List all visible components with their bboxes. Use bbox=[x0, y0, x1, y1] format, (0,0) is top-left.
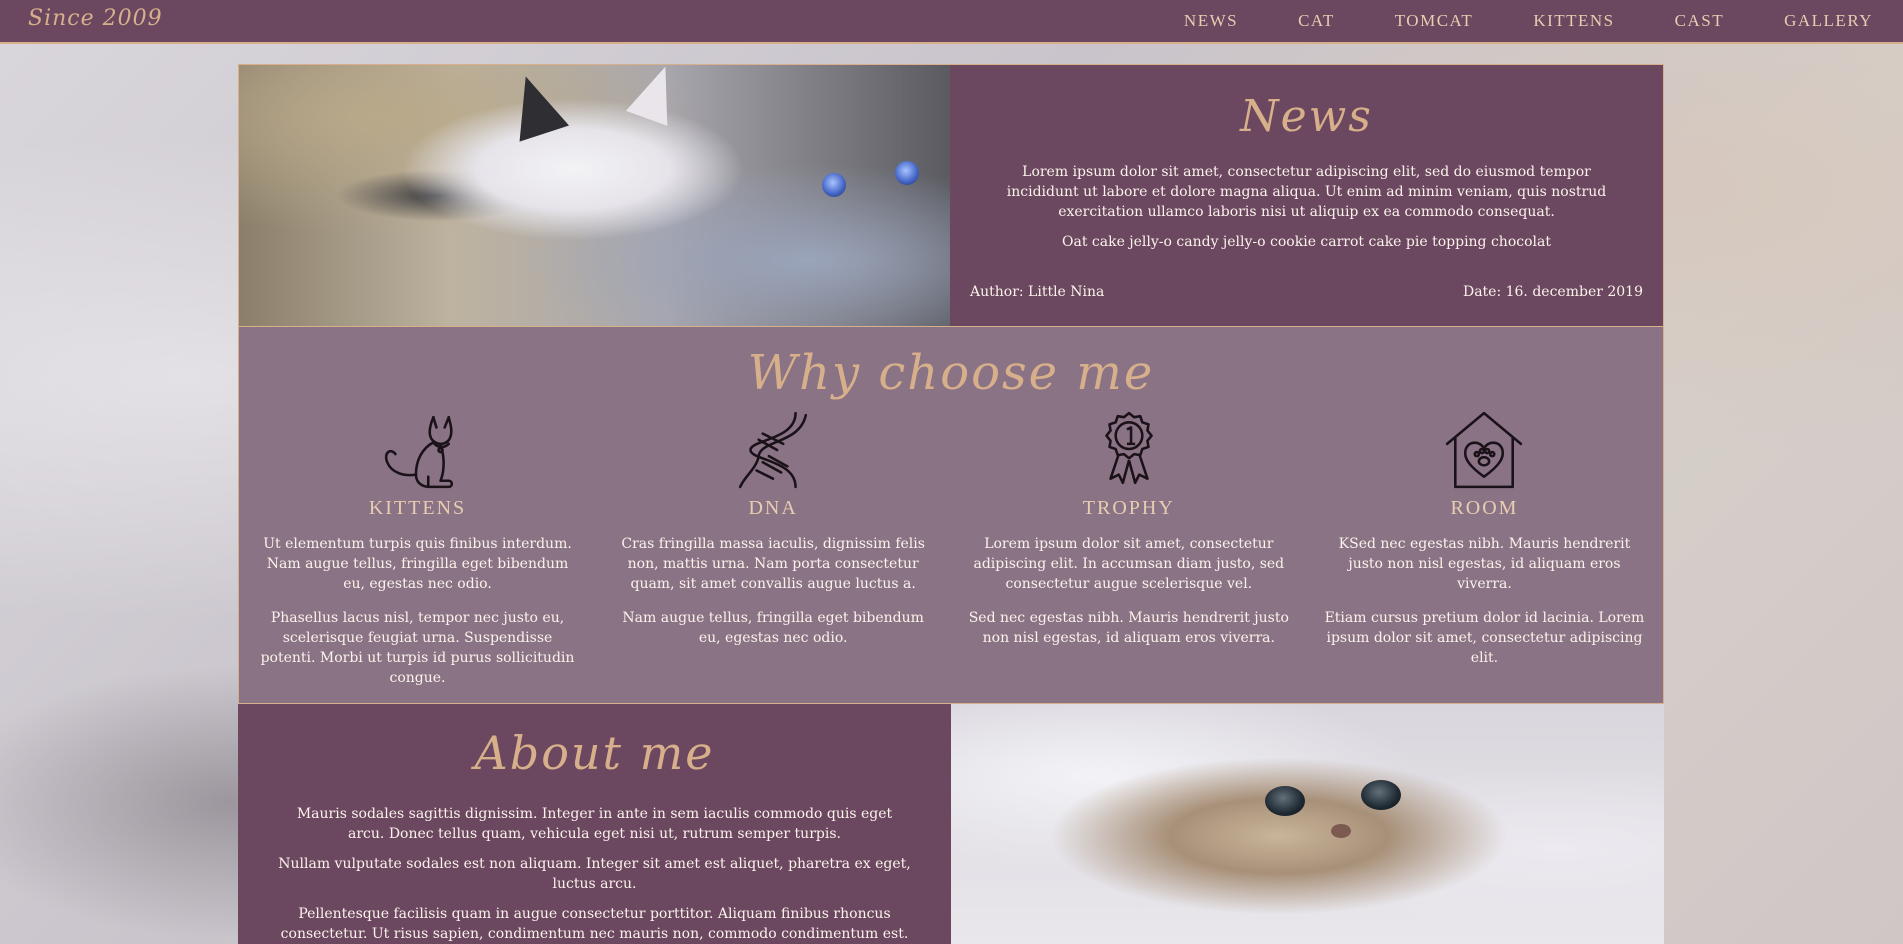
about-paragraph: Pellentesque facilisis quam in augue con… bbox=[280, 906, 909, 942]
photo-detail bbox=[1361, 780, 1401, 810]
nav-menu: NEWS CAT TOMCAT KITTENS CAST GALLERY bbox=[1124, 0, 1873, 42]
about-panel: About me Mauris sodales sagittis digniss… bbox=[238, 704, 951, 944]
feature-text: Nam augue tellus, fringilla eget bibendu… bbox=[622, 610, 924, 646]
dna-icon bbox=[739, 411, 808, 489]
feature-trophy: TROPHY Lorem ipsum dolor sit amet, conse… bbox=[966, 409, 1291, 702]
photo-detail bbox=[1331, 824, 1351, 838]
trophy-medal-icon bbox=[1104, 411, 1153, 485]
photo-detail bbox=[895, 161, 919, 185]
cat-icon bbox=[384, 415, 453, 489]
feature-text: Ut elementum turpis quis finibus interdu… bbox=[263, 536, 572, 592]
feature-dna: DNA Cras fringilla massa iaculis, dignis… bbox=[611, 409, 936, 702]
feature-name: ROOM bbox=[1450, 497, 1519, 519]
news-title: News bbox=[1240, 91, 1373, 142]
about-title: About me bbox=[474, 726, 715, 780]
feature-text: KSed nec egestas nibh. Mauris hendrerit … bbox=[1338, 536, 1631, 592]
feature-text: Lorem ipsum dolor sit amet, consectetur … bbox=[973, 536, 1285, 592]
main-container: News Lorem ipsum dolor sit amet, consect… bbox=[238, 64, 1664, 944]
nav-link-kittens[interactable]: KITTENS bbox=[1533, 11, 1614, 31]
feature-text: Etiam cursus pretium dolor id lacinia. L… bbox=[1324, 610, 1645, 666]
features-list: KITTENS Ut elementum turpis quis finibus… bbox=[239, 409, 1663, 702]
about-section: About me Mauris sodales sagittis digniss… bbox=[238, 704, 1664, 944]
top-navbar: Since 2009 NEWS CAT TOMCAT KITTENS CAST … bbox=[0, 0, 1903, 44]
news-date: Date: 16. december 2019 bbox=[1462, 284, 1643, 300]
photo-detail bbox=[822, 173, 846, 197]
photo-detail bbox=[625, 65, 687, 126]
about-paragraph: Mauris sodales sagittis dignissim. Integ… bbox=[296, 806, 893, 842]
photo-detail bbox=[1265, 786, 1305, 816]
feature-text: Cras fringilla massa iaculis, dignissim … bbox=[621, 536, 925, 592]
nav-link-gallery[interactable]: GALLERY bbox=[1784, 11, 1873, 31]
nav-link-news[interactable]: NEWS bbox=[1184, 11, 1238, 31]
news-section: News Lorem ipsum dolor sit amet, consect… bbox=[238, 64, 1664, 326]
why-title: Why choose me bbox=[747, 345, 1155, 401]
tabby-kitten-photo bbox=[951, 704, 1664, 944]
feature-text: Phasellus lacus nisl, tempor nec justo e… bbox=[260, 610, 575, 686]
pet-house-icon bbox=[1446, 411, 1523, 489]
news-author: Author: Little Nina bbox=[970, 284, 1105, 300]
feature-room: ROOM KSed nec egestas nibh. Mauris hendr… bbox=[1322, 409, 1647, 702]
feature-name: DNA bbox=[748, 497, 798, 519]
feature-kittens: KITTENS Ut elementum turpis quis finibus… bbox=[255, 409, 580, 702]
feature-name: KITTENS bbox=[368, 497, 467, 519]
why-choose-me-section: Why choose me KITTENS Ut elementum turpi… bbox=[238, 326, 1664, 704]
feature-text: Sed nec egestas nibh. Mauris hendrerit j… bbox=[968, 610, 1289, 646]
nav-link-tomcat[interactable]: TOMCAT bbox=[1395, 11, 1474, 31]
news-meta: Author: Little Nina Date: 16. december 2… bbox=[970, 284, 1643, 300]
nav-link-cast[interactable]: CAST bbox=[1675, 11, 1724, 31]
news-text: Lorem ipsum dolor sit amet, consectetur … bbox=[1006, 164, 1607, 220]
news-panel: News Lorem ipsum dolor sit amet, consect… bbox=[950, 65, 1663, 326]
siamese-kitten-photo bbox=[239, 65, 950, 326]
feature-name: TROPHY bbox=[1082, 497, 1175, 519]
photo-detail bbox=[501, 68, 569, 142]
news-subtext: Oat cake jelly-o candy jelly-o cookie ca… bbox=[1062, 234, 1551, 250]
about-paragraph: Nullam vulputate sodales est non aliquam… bbox=[278, 856, 911, 892]
brand-logo-text[interactable]: Since 2009 bbox=[28, 6, 163, 31]
nav-link-cat[interactable]: CAT bbox=[1298, 11, 1335, 31]
